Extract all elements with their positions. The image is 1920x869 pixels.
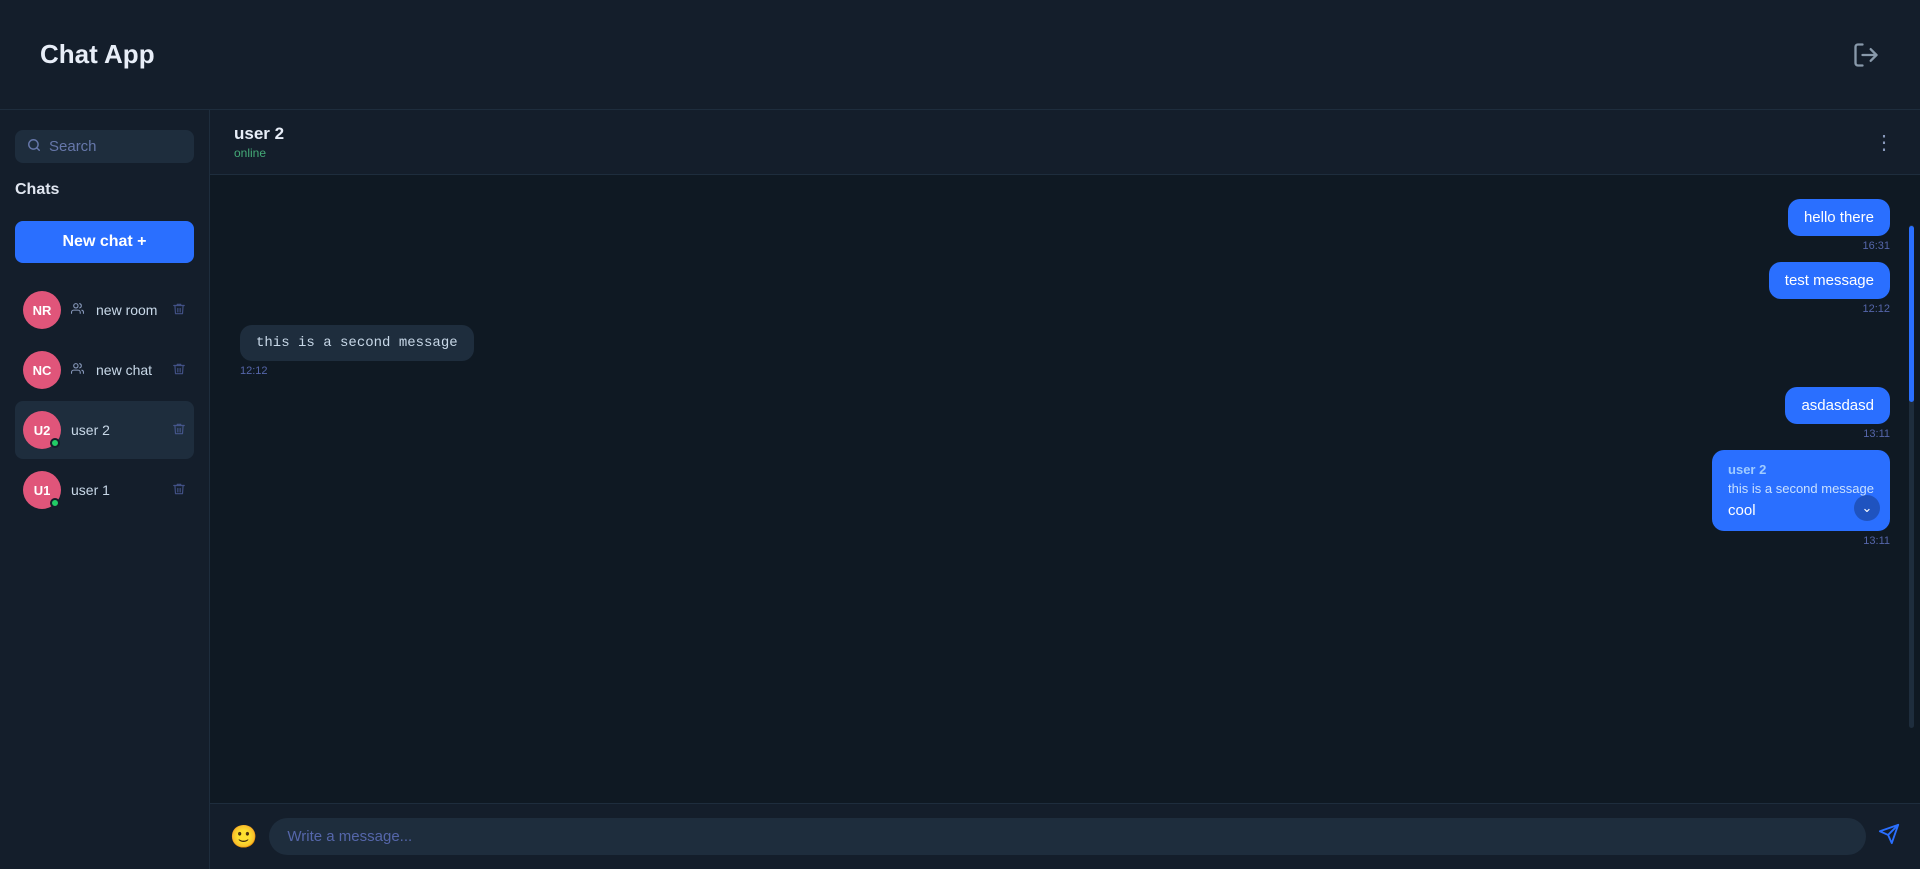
chat-list: NR new room NC xyxy=(15,281,194,849)
avatar-new-room: NR xyxy=(23,291,61,329)
chat-header-status: online xyxy=(234,146,284,160)
scrollbar-track[interactable] xyxy=(1909,225,1914,727)
avatar-user-1: U1 xyxy=(23,471,61,509)
chat-header-info: user 2 online xyxy=(234,124,284,160)
message-time-2: 12:12 xyxy=(1862,303,1890,315)
delete-icon-new-chat[interactable] xyxy=(172,362,186,379)
reply-bubble-author: user 2 xyxy=(1728,462,1874,477)
delete-icon-user-1[interactable] xyxy=(172,482,186,499)
chat-name-user-1: user 1 xyxy=(71,482,162,498)
message-input-bar: 🙂 xyxy=(210,803,1920,869)
search-input[interactable] xyxy=(49,138,182,155)
app-title: Chat App xyxy=(40,39,155,70)
online-indicator-user-2 xyxy=(50,438,60,448)
message-time-4: 13:11 xyxy=(1863,428,1890,440)
message-row-1: hello there 16:31 xyxy=(240,199,1890,252)
sidebar-item-user-1[interactable]: U1 user 1 xyxy=(15,461,194,519)
message-row-3: this is a second message 12:12 xyxy=(240,325,1890,377)
message-time-5: 13:11 xyxy=(1863,535,1890,547)
reply-chevron-icon[interactable]: ⌄ xyxy=(1854,495,1880,521)
reply-bubble-main-text: cool xyxy=(1728,502,1874,519)
sidebar: Chats New chat + NR new room xyxy=(0,110,210,869)
main-layout: Chats New chat + NR new room xyxy=(0,110,1920,869)
sidebar-item-user-2[interactable]: U2 user 2 xyxy=(15,401,194,459)
message-row-5: user 2 this is a second message cool ⌄ 1… xyxy=(240,450,1890,547)
chat-panel: user 2 online ⋮ hello there 16:31 test m… xyxy=(210,110,1920,869)
message-bubble-2: test message xyxy=(1769,262,1890,299)
more-options-icon[interactable]: ⋮ xyxy=(1874,130,1896,155)
group-icon-new-room xyxy=(71,302,84,318)
emoji-button[interactable]: 🙂 xyxy=(230,824,257,850)
chat-name-new-room: new room xyxy=(96,302,162,318)
reply-bubble-5: user 2 this is a second message cool ⌄ xyxy=(1712,450,1890,531)
delete-icon-new-room[interactable] xyxy=(172,302,186,319)
chats-label: Chats xyxy=(15,181,194,199)
chat-header: user 2 online ⋮ xyxy=(210,110,1920,175)
group-icon-new-chat xyxy=(71,362,84,378)
top-bar: Chat App xyxy=(0,0,1920,110)
chat-name-new-chat: new chat xyxy=(96,362,162,378)
search-box[interactable] xyxy=(15,130,194,163)
send-button[interactable] xyxy=(1878,823,1900,851)
avatar-new-chat: NC xyxy=(23,351,61,389)
reply-bubble-quote: this is a second message xyxy=(1728,481,1874,496)
online-indicator-user-1 xyxy=(50,498,60,508)
message-bubble-3: this is a second message xyxy=(240,325,474,361)
message-input[interactable] xyxy=(269,818,1866,855)
message-row-2: test message 12:12 xyxy=(240,262,1890,315)
message-bubble-4: asdasdasd xyxy=(1785,387,1890,424)
new-chat-button[interactable]: New chat + xyxy=(15,221,194,263)
sidebar-item-new-room[interactable]: NR new room xyxy=(15,281,194,339)
message-time-3: 12:12 xyxy=(240,365,268,377)
sidebar-item-new-chat[interactable]: NC new chat xyxy=(15,341,194,399)
delete-icon-user-2[interactable] xyxy=(172,422,186,439)
chat-name-user-2: user 2 xyxy=(71,422,162,438)
avatar-user-2: U2 xyxy=(23,411,61,449)
message-bubble-1: hello there xyxy=(1788,199,1890,236)
message-row-4: asdasdasd 13:11 xyxy=(240,387,1890,440)
message-time-1: 16:31 xyxy=(1862,240,1890,252)
search-icon xyxy=(27,138,41,155)
chat-header-name: user 2 xyxy=(234,124,284,144)
scrollbar-thumb[interactable] xyxy=(1909,226,1914,402)
messages-area: hello there 16:31 test message 12:12 thi… xyxy=(210,175,1920,803)
logout-icon[interactable] xyxy=(1852,41,1880,69)
